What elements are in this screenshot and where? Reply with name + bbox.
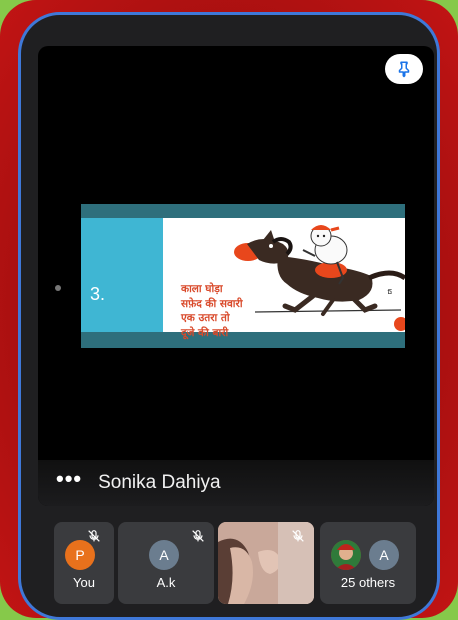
svg-text:ธ: ธ [387, 287, 393, 297]
participant-strip: P You A A.k A 25 others [38, 522, 418, 604]
speaker-name: Sonika Dahiya [98, 472, 221, 493]
participant-name: 25 others [340, 575, 396, 590]
avatar: A [369, 540, 399, 570]
participant-tile-ak[interactable]: A A.k [118, 522, 214, 604]
avatar: P [65, 540, 95, 570]
avatar-photo [331, 540, 361, 570]
pin-icon [398, 61, 410, 78]
rhyme-text: काला घोड़ा सफ़ेद की सवारी एक उतरा तो दूज… [181, 282, 243, 340]
avatar-photo-image [331, 540, 361, 570]
avatar: A [149, 540, 179, 570]
participant-tile-video[interactable] [218, 522, 314, 604]
speaker-name-bar: ••• Sonika Dahiya [38, 460, 434, 506]
participant-name: A.k [156, 575, 176, 590]
rhyme-line: सफ़ेद की सवारी [181, 297, 243, 310]
more-options-icon[interactable]: ••• [56, 468, 82, 490]
participant-tile-you[interactable]: P You [54, 522, 114, 604]
rhyme-line: दूजे की बारी [181, 326, 229, 339]
mic-off-icon [292, 530, 304, 542]
slide-number-panel: 3. [81, 218, 163, 332]
pin-button[interactable] [385, 54, 423, 84]
participant-name: You [73, 575, 95, 590]
mic-off-icon [192, 530, 204, 542]
participant-tile-others[interactable]: A 25 others [320, 522, 416, 604]
slide-content: ธ काला घोड़ा सफ़ेद की सवारी एक उतरा तो द… [163, 218, 405, 339]
rhyme-line: एक उतरा तो [181, 312, 230, 324]
rhyme-line: काला घोड़ा [181, 283, 223, 295]
shared-slide: 3. ธ काला घोड़ा सफ़ेद की सवारी एक उतरा त… [81, 204, 405, 348]
slide-number: 3. [90, 284, 106, 304]
pointer-dot [55, 285, 61, 291]
